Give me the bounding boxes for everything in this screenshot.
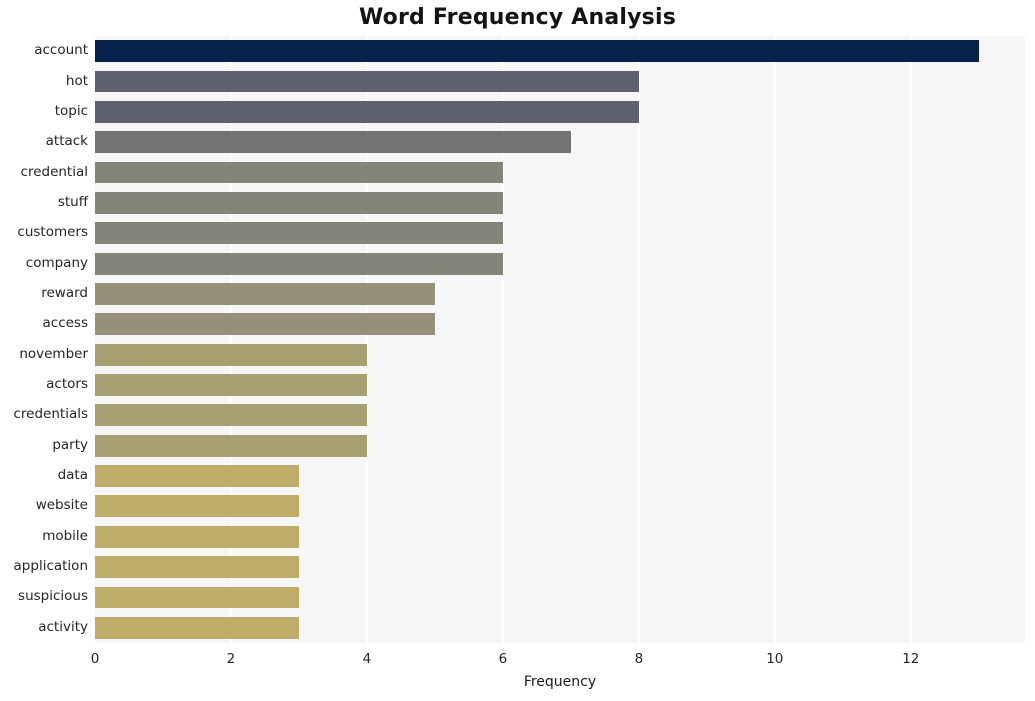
- x-tick-label-6: 6: [498, 651, 508, 667]
- bar-access[interactable]: [95, 313, 435, 336]
- bar-topic[interactable]: [95, 100, 639, 123]
- bar-row: [95, 100, 1025, 123]
- bar-row: [95, 465, 1025, 487]
- y-tick-label-mobile: mobile: [42, 527, 88, 544]
- y-tick-label-website: website: [35, 497, 88, 514]
- bar-row: [95, 343, 1025, 366]
- bar-row: [95, 434, 1025, 457]
- bar-stuff[interactable]: [95, 191, 503, 214]
- bar-row: [95, 313, 1025, 336]
- y-tick-label-activity: activity: [38, 618, 88, 635]
- y-tick-label-company: company: [25, 254, 88, 271]
- bar-credentials[interactable]: [95, 404, 367, 427]
- bar-activity[interactable]: [95, 616, 299, 639]
- bar-account[interactable]: [95, 40, 979, 63]
- y-tick-label-attack: attack: [45, 133, 88, 150]
- bar-website[interactable]: [95, 495, 299, 518]
- y-tick-label-topic: topic: [54, 102, 88, 119]
- x-tick-label-4: 4: [362, 651, 372, 667]
- y-tick-label-stuff: stuff: [57, 193, 88, 210]
- x-axis-tick-labels: 0 2 4 6 8 10 12: [91, 643, 1025, 673]
- y-tick-label-credential: credential: [20, 163, 88, 180]
- bar-row: [95, 222, 1025, 245]
- x-tick-label-10: 10: [766, 651, 784, 667]
- x-tick-label-12: 12: [902, 651, 920, 667]
- bar-row: [95, 161, 1025, 184]
- bar-application[interactable]: [95, 556, 299, 579]
- bar-row: [95, 70, 1025, 93]
- bars-container: [95, 36, 1025, 643]
- bar-suspicious[interactable]: [95, 586, 299, 609]
- bar-credential[interactable]: [95, 161, 503, 184]
- bar-row: [95, 252, 1025, 275]
- y-tick-label-credentials: credentials: [13, 406, 88, 423]
- y-tick-label-access: access: [42, 315, 89, 332]
- x-tick-label-8: 8: [634, 651, 644, 667]
- bar-row: [95, 374, 1025, 396]
- bar-party[interactable]: [95, 434, 367, 457]
- bar-row: [95, 525, 1025, 548]
- x-tick-label-0: 0: [90, 651, 100, 667]
- bar-row: [95, 191, 1025, 214]
- chart-title: Word Frequency Analysis: [358, 5, 677, 30]
- bar-actors[interactable]: [95, 374, 367, 396]
- y-axis-tick-labels: account hot topic attack credential stuff cust…: [0, 36, 88, 643]
- bar-november[interactable]: [95, 343, 367, 366]
- y-tick-label-account: account: [34, 42, 88, 59]
- bar-attack[interactable]: [95, 131, 571, 154]
- bar-company[interactable]: [95, 252, 503, 275]
- plot-area: [95, 36, 1025, 643]
- y-tick-label-application: application: [13, 558, 88, 575]
- bar-row: [95, 404, 1025, 427]
- bar-row: [95, 40, 1025, 63]
- bar-row: [95, 556, 1025, 579]
- y-tick-label-reward: reward: [41, 284, 88, 301]
- y-tick-label-november: november: [19, 345, 88, 362]
- bar-reward[interactable]: [95, 283, 435, 305]
- y-tick-label-hot: hot: [65, 72, 88, 89]
- bar-row: [95, 131, 1025, 154]
- word-frequency-bar-chart: Word Frequency Analysis account hot topic a…: [0, 0, 1035, 701]
- bar-row: [95, 283, 1025, 305]
- x-tick-label-2: 2: [226, 651, 236, 667]
- bar-customers[interactable]: [95, 222, 503, 245]
- y-tick-label-suspicious: suspicious: [18, 588, 88, 605]
- bar-hot[interactable]: [95, 70, 639, 93]
- y-tick-label-actors: actors: [46, 376, 88, 393]
- y-tick-label-customers: customers: [17, 224, 88, 241]
- y-tick-label-data: data: [57, 467, 88, 484]
- bar-data[interactable]: [95, 465, 299, 487]
- bar-row: [95, 616, 1025, 639]
- bar-row: [95, 586, 1025, 609]
- y-tick-label-party: party: [52, 436, 88, 453]
- bar-row: [95, 495, 1025, 518]
- x-axis-title: Frequency: [523, 674, 597, 690]
- bar-mobile[interactable]: [95, 525, 299, 548]
